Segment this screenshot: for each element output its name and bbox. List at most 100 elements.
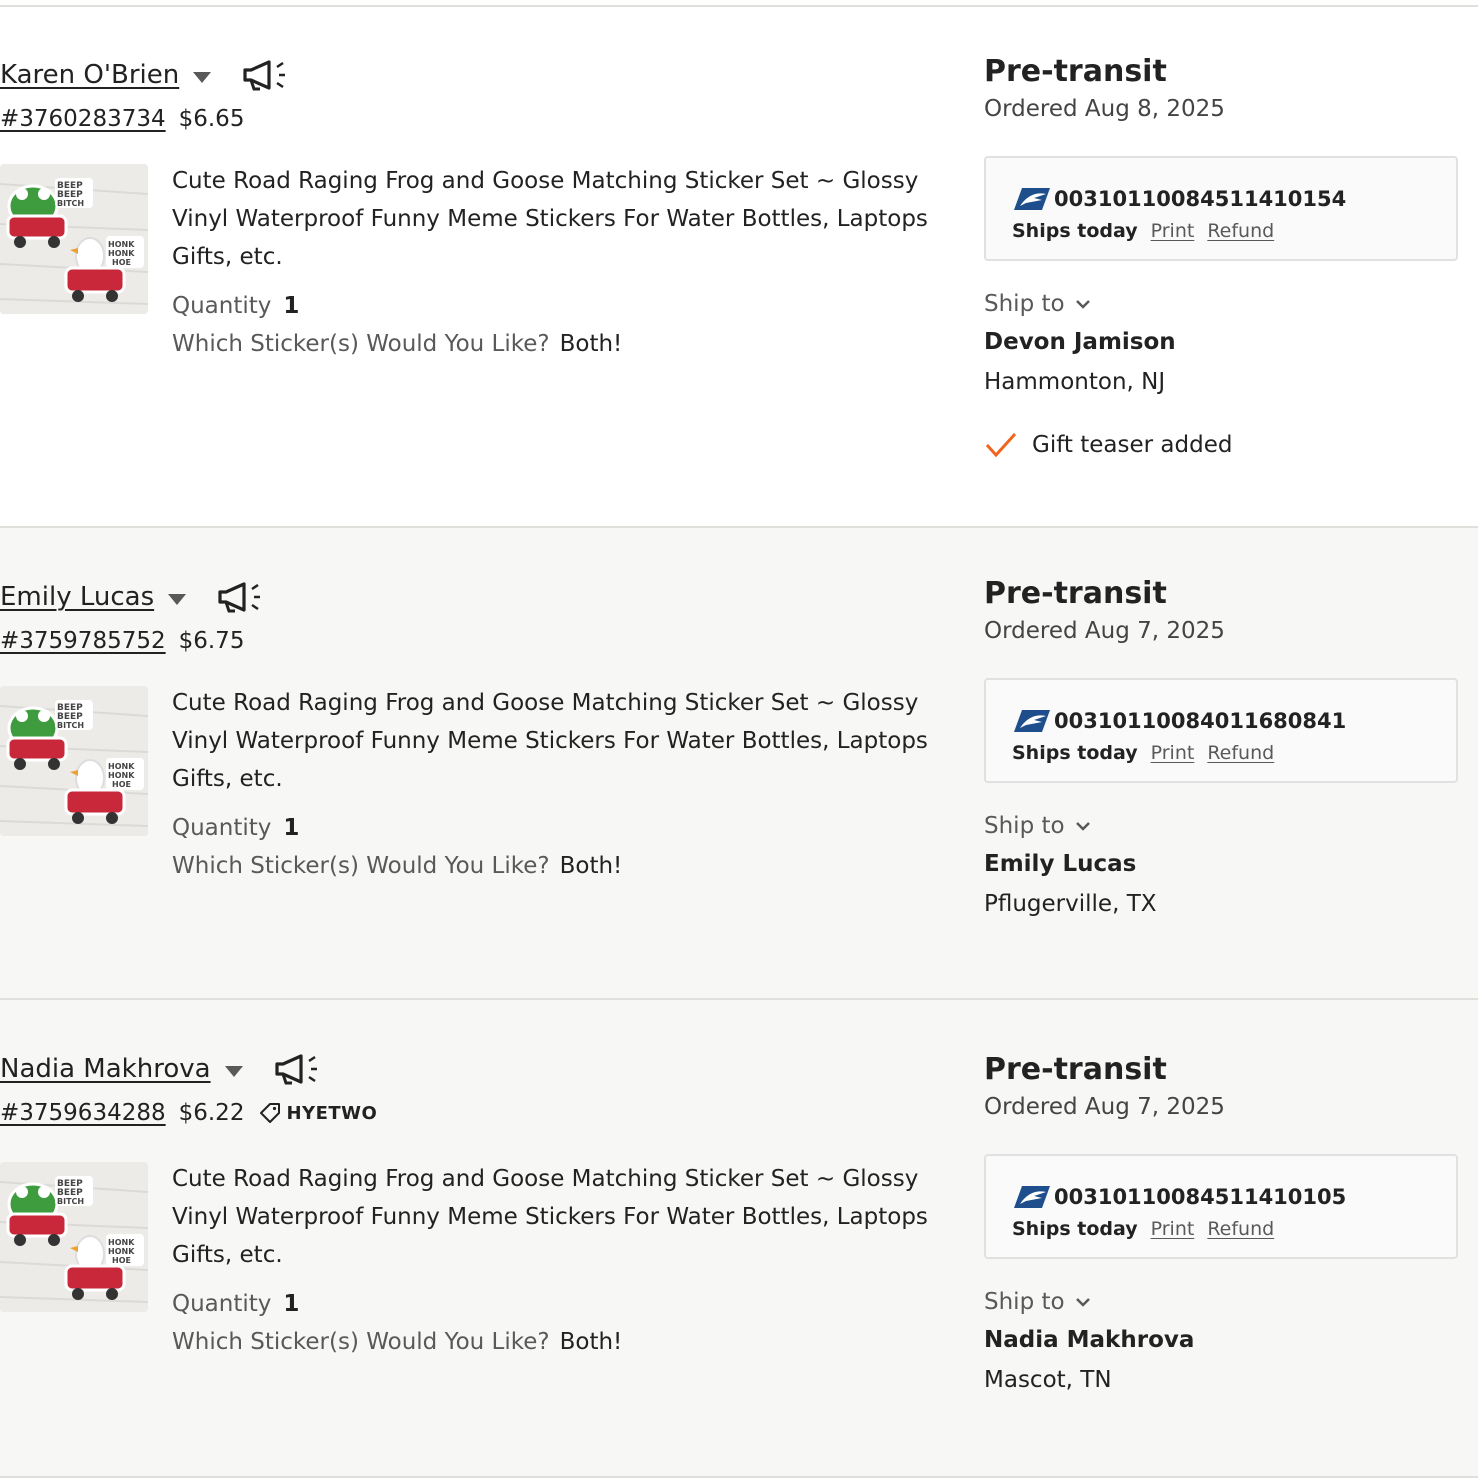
item-title-link[interactable]: Cute Road Raging Frog and Goose Matching… [172, 162, 942, 276]
quantity-label: Quantity [172, 815, 272, 841]
usps-eagle-icon [1014, 188, 1050, 210]
recipient-city: Pflugerville, TX [984, 891, 1157, 917]
order-price: $6.75 [178, 628, 245, 654]
ships-line: Ships today Print Refund [1012, 220, 1274, 242]
variation-row: Which Sticker(s) Would You Like? Both! [172, 1329, 622, 1355]
svg-text:BITCH: BITCH [57, 721, 84, 730]
product-thumbnail[interactable]: BEEP BEEP BITCH HONK HONK HOE [0, 686, 148, 836]
buyer-row: Emily Lucas [0, 577, 264, 617]
tag-icon [260, 1103, 281, 1123]
shipping-label-box: 00310110084011680841 Ships today Print R… [984, 678, 1458, 783]
checkmark-icon [985, 432, 1017, 458]
quantity-value: 1 [283, 1291, 300, 1317]
recipient-name: Nadia Makhrova [984, 1327, 1195, 1353]
megaphone-icon[interactable] [216, 579, 264, 615]
order-card: Nadia Makhrova #3759634288 $6.22 HYETWO … [0, 1000, 1478, 1478]
buyer-row: Karen O'Brien [0, 55, 289, 95]
ship-to-toggle[interactable]: Ship to [984, 1289, 1091, 1315]
svg-text:HONK: HONK [108, 1247, 135, 1256]
buyer-row: Nadia Makhrova [0, 1049, 321, 1089]
shipment-status: Pre-transit [984, 1052, 1167, 1087]
refund-link[interactable]: Refund [1207, 742, 1274, 764]
order-id-link[interactable]: #3759634288 [0, 1100, 166, 1126]
tracking-number[interactable]: 00310110084511410105 [1054, 1185, 1346, 1209]
usps-eagle-icon [1014, 1186, 1050, 1208]
ordered-date: Ordered Aug 7, 2025 [984, 618, 1225, 644]
product-thumbnail[interactable]: BEEP BEEP BITCH HONK HONK HOE [0, 1162, 148, 1312]
order-price: $6.65 [178, 106, 245, 132]
buyer-name-link[interactable]: Karen O'Brien [0, 60, 179, 90]
quantity-value: 1 [283, 293, 300, 319]
sticker-image: BEEP BEEP BITCH HONK HONK HOE [0, 164, 148, 314]
shipment-status: Pre-transit [984, 576, 1167, 611]
ships-today-label: Ships today [1012, 220, 1138, 242]
recipient-city: Mascot, TN [984, 1367, 1112, 1393]
variation-label: Which Sticker(s) Would You Like? [172, 853, 550, 879]
svg-text:HONK: HONK [108, 1238, 135, 1247]
svg-text:HONK: HONK [108, 762, 135, 771]
print-link[interactable]: Print [1151, 220, 1195, 242]
megaphone-icon[interactable] [241, 57, 289, 93]
print-link[interactable]: Print [1151, 742, 1195, 764]
svg-text:HOE: HOE [112, 780, 131, 789]
product-thumbnail[interactable]: BEEP BEEP BITCH HONK HONK HOE [0, 164, 148, 314]
tracking-number[interactable]: 00310110084011680841 [1054, 709, 1346, 733]
buyer-name-link[interactable]: Emily Lucas [0, 582, 154, 612]
variation-value: Both! [559, 853, 623, 879]
caret-down-icon[interactable] [224, 1065, 243, 1077]
megaphone-icon[interactable] [273, 1051, 321, 1087]
recipient-name: Emily Lucas [984, 851, 1137, 877]
quantity-row: Quantity 1 [172, 1291, 299, 1317]
svg-text:HOE: HOE [112, 1256, 131, 1265]
recipient-name: Devon Jamison [984, 329, 1176, 355]
ship-to-label: Ship to [984, 1289, 1065, 1315]
svg-text:HONK: HONK [108, 249, 135, 258]
shipping-label-box: 00310110084511410154 Ships today Print R… [984, 156, 1458, 261]
variation-row: Which Sticker(s) Would You Like? Both! [172, 331, 622, 357]
variation-row: Which Sticker(s) Would You Like? Both! [172, 853, 622, 879]
order-card: Karen O'Brien #3760283734 $6.65 BEEP BEE… [0, 7, 1478, 528]
sticker-image: BEEP BEEP BITCH HONK HONK HOE [0, 686, 148, 836]
ships-today-label: Ships today [1012, 1218, 1138, 1240]
variation-value: Both! [559, 331, 623, 357]
variation-label: Which Sticker(s) Would You Like? [172, 1329, 550, 1355]
refund-link[interactable]: Refund [1207, 1218, 1274, 1240]
order-card: Emily Lucas #3759785752 $6.75 BEEP BEEP … [0, 528, 1478, 1000]
order-id-row: #3759634288 $6.22 HYETWO [0, 1097, 377, 1129]
ships-line: Ships today Print Refund [1012, 1218, 1274, 1240]
ship-to-toggle[interactable]: Ship to [984, 291, 1091, 317]
chevron-down-icon [1075, 1298, 1090, 1307]
gift-teaser-row: Gift teaser added [984, 431, 1232, 459]
quantity-row: Quantity 1 [172, 293, 299, 319]
order-id-link[interactable]: #3759785752 [0, 628, 166, 654]
tracking-row: 00310110084011680841 [1012, 708, 1346, 734]
quantity-row: Quantity 1 [172, 815, 299, 841]
ship-to-label: Ship to [984, 813, 1065, 839]
ships-today-label: Ships today [1012, 742, 1138, 764]
variation-label: Which Sticker(s) Would You Like? [172, 331, 550, 357]
coupon-badge: HYETWO [258, 1101, 377, 1125]
caret-down-icon[interactable] [168, 593, 187, 605]
svg-text:HOE: HOE [112, 258, 131, 267]
ships-line: Ships today Print Refund [1012, 742, 1274, 764]
print-link[interactable]: Print [1151, 1218, 1195, 1240]
shipping-label-box: 00310110084511410105 Ships today Print R… [984, 1154, 1458, 1259]
ordered-date: Ordered Aug 7, 2025 [984, 1094, 1225, 1120]
buyer-name-link[interactable]: Nadia Makhrova [0, 1054, 211, 1084]
svg-text:HONK: HONK [108, 771, 135, 780]
tracking-number[interactable]: 00310110084511410154 [1054, 187, 1346, 211]
recipient-city: Hammonton, NJ [984, 369, 1166, 395]
shipment-status: Pre-transit [984, 54, 1167, 89]
refund-link[interactable]: Refund [1207, 220, 1274, 242]
tracking-row: 00310110084511410154 [1012, 186, 1346, 212]
tracking-row: 00310110084511410105 [1012, 1184, 1346, 1210]
sticker-image: BEEP BEEP BITCH HONK HONK HOE [0, 1162, 148, 1312]
quantity-label: Quantity [172, 1291, 272, 1317]
ship-to-toggle[interactable]: Ship to [984, 813, 1091, 839]
item-title-link[interactable]: Cute Road Raging Frog and Goose Matching… [172, 684, 942, 798]
item-title-link[interactable]: Cute Road Raging Frog and Goose Matching… [172, 1160, 942, 1274]
order-id-link[interactable]: #3760283734 [0, 106, 166, 132]
top-divider [0, 0, 1478, 7]
caret-down-icon[interactable] [193, 71, 212, 83]
order-id-row: #3759785752 $6.75 [0, 625, 244, 657]
